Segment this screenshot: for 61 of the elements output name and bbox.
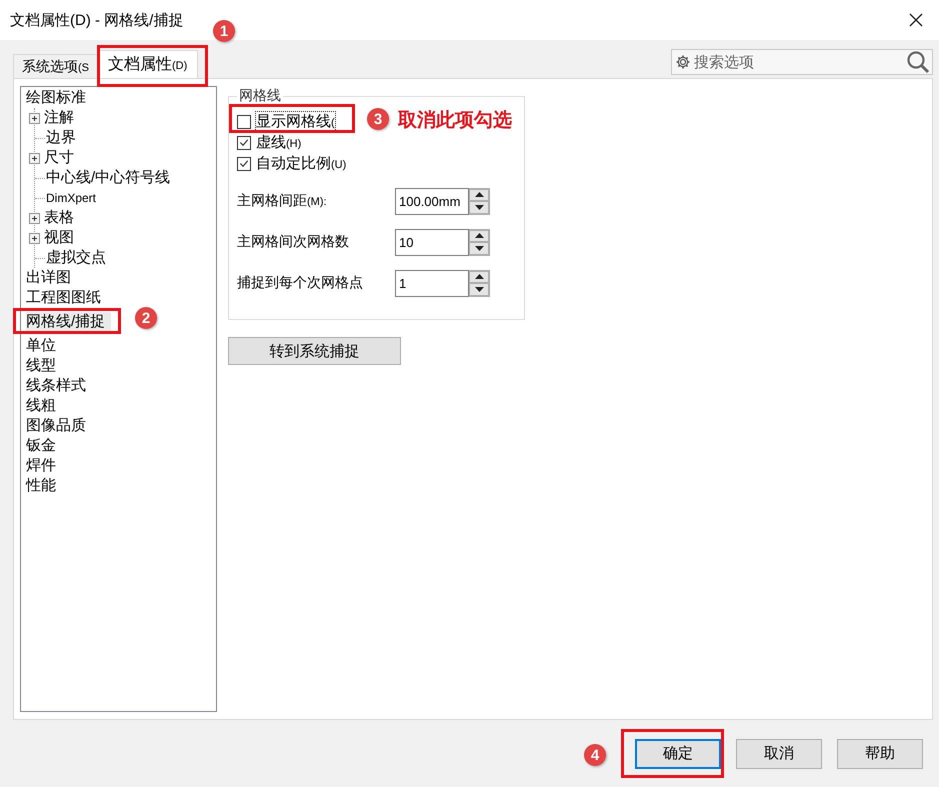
- increment-button[interactable]: [469, 270, 489, 283]
- expand-icon[interactable]: [29, 112, 40, 124]
- tree-item[interactable]: DimXpert: [46, 188, 96, 208]
- search-icon: [906, 50, 930, 74]
- up-arrow-icon: [474, 274, 484, 280]
- window-title: 文档属性(D) - 网格线/捕捉: [10, 10, 184, 30]
- tree-item[interactable]: 线条样式: [26, 376, 92, 396]
- tree-item[interactable]: 焊件: [26, 456, 62, 476]
- expand-icon[interactable]: [29, 152, 40, 164]
- group-title: 网格线: [238, 87, 282, 105]
- tree-item[interactable]: 线型: [26, 356, 62, 376]
- checkbox[interactable]: [237, 156, 251, 170]
- up-arrow-icon: [474, 192, 484, 198]
- annotation-note: 取消此项勾选: [398, 109, 512, 133]
- decrement-button[interactable]: [469, 201, 489, 214]
- input-field[interactable]: 100.00mm: [395, 188, 469, 214]
- increment-button[interactable]: [469, 188, 489, 201]
- tree-item[interactable]: 网格线/捕捉: [26, 312, 112, 332]
- tree-item[interactable]: 工程图图纸: [26, 288, 107, 308]
- decrement-button[interactable]: [469, 283, 489, 296]
- tree-item[interactable]: 线粗: [26, 396, 62, 416]
- decrement-button[interactable]: [469, 242, 489, 254]
- down-arrow-icon: [474, 204, 484, 210]
- increment-button[interactable]: [469, 230, 489, 242]
- down-arrow-icon: [474, 286, 484, 292]
- checkbox-label[interactable]: 自动定比例(U): [255, 153, 348, 174]
- down-arrow-icon: [474, 246, 484, 251]
- tree-item[interactable]: 表格: [44, 208, 74, 228]
- checkbox[interactable]: [237, 136, 251, 150]
- checkbox-label[interactable]: 虚线(H): [255, 132, 302, 153]
- spinner-label: 主网格间距(M):: [237, 192, 327, 210]
- dialog-button[interactable]: 确定: [635, 738, 721, 768]
- tree-item[interactable]: 出详图: [26, 268, 77, 288]
- dialog-button[interactable]: 帮助: [837, 738, 923, 768]
- search-field[interactable]: 搜索选项: [671, 49, 933, 75]
- input-field[interactable]: 10: [395, 228, 469, 256]
- tree-item[interactable]: 绘图标准: [26, 88, 92, 108]
- system-snap-button[interactable]: 转到系统捕捉: [228, 337, 401, 365]
- tree-item[interactable]: 尺寸: [44, 148, 74, 168]
- tree-item[interactable]: 单位: [26, 336, 62, 356]
- up-arrow-icon: [474, 233, 484, 238]
- tree-item[interactable]: 边界: [46, 128, 76, 148]
- tree-item[interactable]: 虚拟交点: [46, 248, 106, 268]
- spinner-label: 主网格间次网格数: [237, 233, 349, 251]
- expand-icon[interactable]: [29, 232, 40, 244]
- step-badge: 4: [584, 744, 606, 766]
- close-icon: [909, 13, 923, 27]
- dialog-button[interactable]: 取消: [736, 738, 822, 768]
- tree-item[interactable]: 钣金: [26, 436, 62, 456]
- tree-item[interactable]: 性能: [26, 476, 62, 496]
- input-field[interactable]: 1: [395, 270, 469, 296]
- spinner-label: 捕捉到每个次网格点: [237, 274, 363, 292]
- checkbox[interactable]: [237, 114, 251, 128]
- tab[interactable]: 文档属性(D): [97, 50, 198, 78]
- tree-item[interactable]: 图像品质: [26, 416, 92, 436]
- tree-item[interactable]: 注解: [44, 108, 74, 128]
- expand-icon[interactable]: [29, 212, 40, 224]
- tree-item[interactable]: 视图: [44, 228, 74, 248]
- tree-item[interactable]: 中心线/中心符号线: [46, 168, 170, 188]
- tab[interactable]: 系统选项(S: [13, 54, 98, 78]
- checkbox-label[interactable]: 显示网格线(: [255, 111, 336, 132]
